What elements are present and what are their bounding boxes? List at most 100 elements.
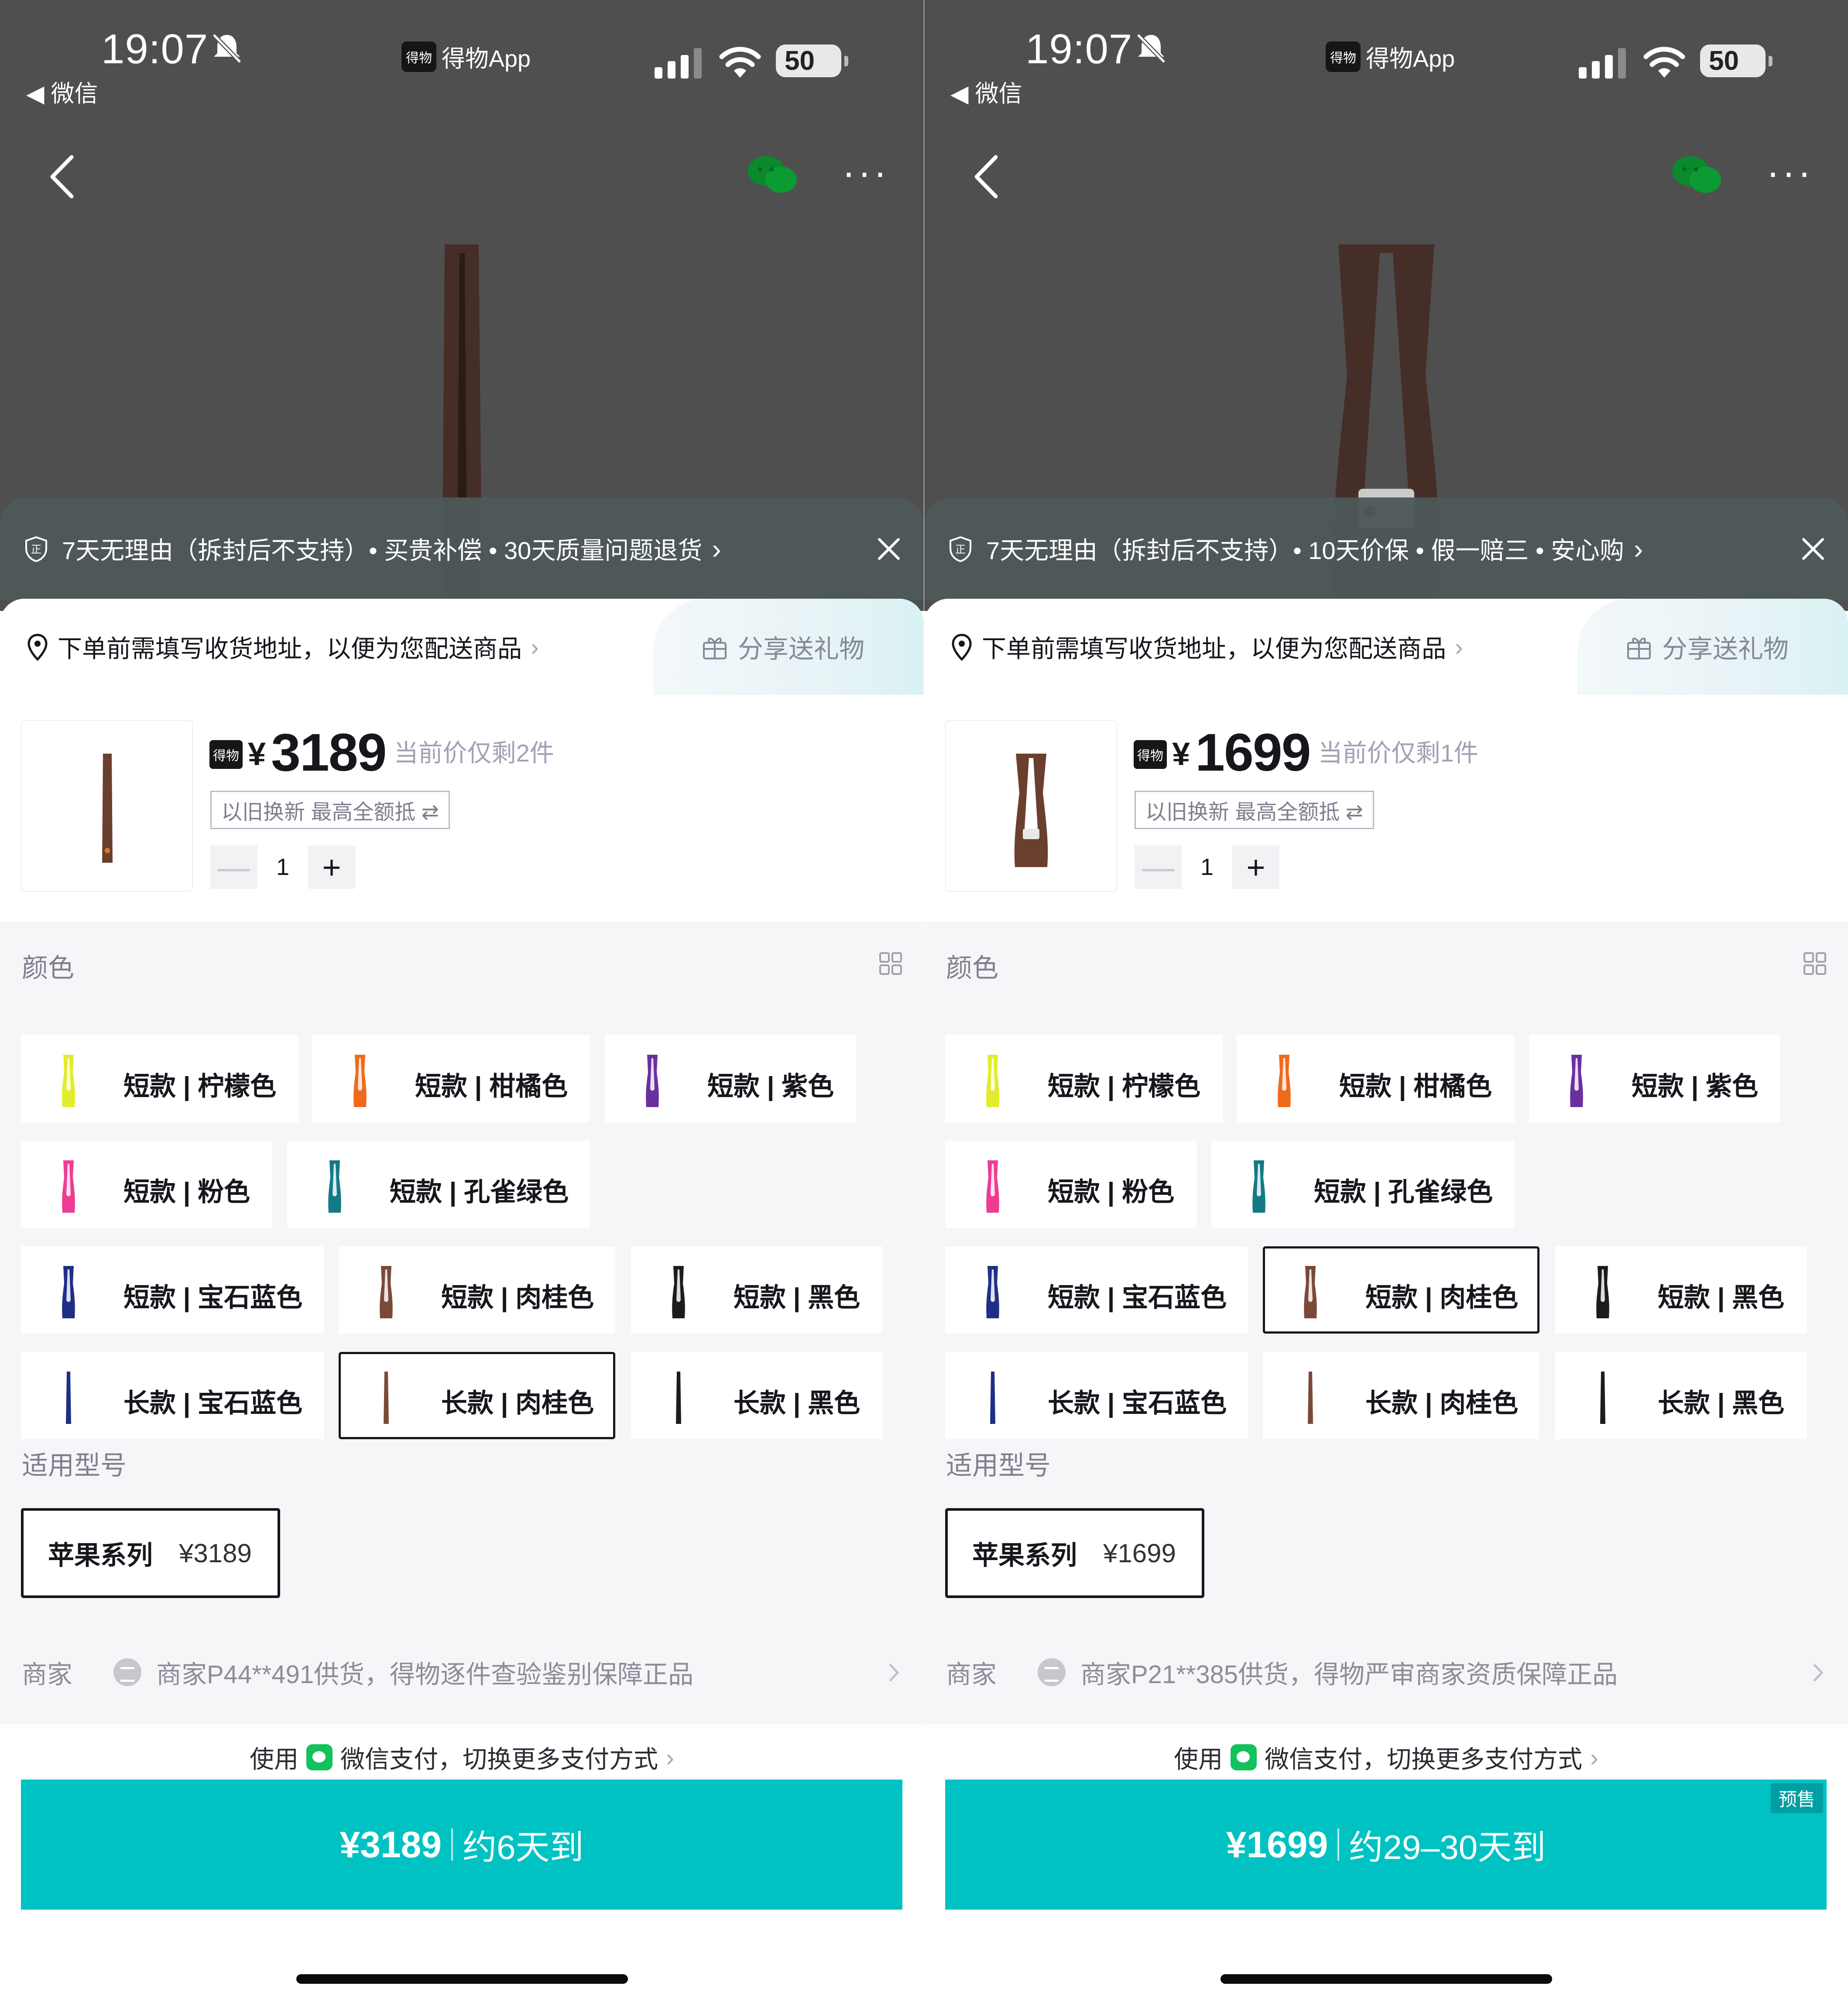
color-option-chip[interactable]: 短款 | 孔雀绿色 (287, 1141, 590, 1228)
chevron-right-icon (889, 1663, 899, 1682)
payment-chevron-icon: › (666, 1743, 674, 1771)
product-thumbnail-image (1014, 754, 1048, 867)
merchant-label: 商家 (946, 1660, 997, 1689)
address-row[interactable]: 下单前需填写收货地址，以便为您配送商品 › 分享送礼物 (924, 599, 1848, 695)
battery-level: 50 (1709, 46, 1739, 76)
color-option-chip[interactable]: 长款 | 黑色 (1555, 1352, 1807, 1439)
color-option-chip[interactable]: 短款 | 柑橘色 (1237, 1035, 1514, 1122)
mute-bell-icon (212, 33, 242, 64)
share-gift-button[interactable]: 分享送礼物 (653, 599, 924, 695)
wifi-icon (719, 47, 761, 78)
phone-screen-left: 19:07 ◀ 微信 得物 得物App 50 ··· 正 7天无理由（拆封后不支… (0, 0, 924, 2003)
color-option-label: 长款 | 肉桂色 (1365, 1389, 1519, 1418)
close-icon[interactable] (877, 537, 901, 561)
address-row[interactable]: 下单前需填写收货地址，以便为您配送商品 › 分享送礼物 (0, 599, 924, 695)
product-thumbnail[interactable] (21, 720, 193, 892)
quantity-value: 1 (1200, 854, 1214, 880)
guarantee-text: 7天无理由（拆封后不支持）• 10天价保 • 假一赔三 • 安心购 (986, 537, 1625, 564)
color-swatch-icon (990, 1372, 995, 1424)
buy-button[interactable]: ¥1699 约29–30天到 预售 (945, 1780, 1827, 1910)
cellular-signal-icon (655, 48, 702, 79)
color-option-chip[interactable]: 短款 | 孔雀绿色 (1211, 1141, 1514, 1228)
guarantee-banner[interactable]: 正 7天无理由（拆封后不支持）• 买贵补偿 • 30天质量问题退货 › (0, 497, 924, 600)
currency-symbol: ¥ (248, 736, 266, 772)
decrease-quantity-button[interactable]: — (210, 845, 257, 889)
merchant-row[interactable]: 商家 商家P21**385供货，得物严审商家资质保障正品 (924, 1637, 1848, 1707)
back-to-app-link[interactable]: ◀ 微信 (26, 74, 98, 109)
color-option-label: 短款 | 宝石蓝色 (123, 1283, 303, 1312)
color-option-label: 短款 | 孔雀绿色 (390, 1177, 569, 1207)
grid-view-icon[interactable] (878, 951, 903, 976)
color-swatch-icon (1570, 1055, 1583, 1107)
product-thumbnail[interactable] (945, 720, 1117, 892)
price-value: 1699 (1195, 723, 1311, 782)
wechat-share-icon[interactable] (746, 153, 799, 196)
color-option-label: 短款 | 柑橘色 (415, 1072, 568, 1101)
color-option-chip[interactable]: 短款 | 柠檬色 (945, 1035, 1223, 1122)
color-swatch-icon (1600, 1372, 1605, 1424)
address-chevron-icon: › (1455, 633, 1463, 661)
color-option-label: 短款 | 肉桂色 (1365, 1283, 1519, 1312)
color-option-chip[interactable]: 短款 | 柑橘色 (312, 1035, 590, 1122)
buy-eta: 约29–30天到 (1349, 1828, 1546, 1866)
guarantee-banner[interactable]: 正 7天无理由（拆封后不支持）• 10天价保 • 假一赔三 • 安心购 › (924, 497, 1848, 600)
location-pin-icon (27, 633, 48, 661)
status-time: 19:07 (1025, 26, 1133, 72)
color-option-chip[interactable]: 短款 | 宝石蓝色 (21, 1246, 324, 1334)
quantity-value: 1 (276, 854, 290, 880)
close-icon[interactable] (1801, 537, 1825, 561)
home-indicator[interactable] (1220, 1974, 1552, 1984)
color-swatch-icon (384, 1372, 389, 1424)
back-to-app-link[interactable]: ◀ 微信 (950, 74, 1022, 109)
color-option-chip[interactable]: 短款 | 黑色 (631, 1246, 882, 1334)
color-option-chip[interactable]: 短款 | 黑色 (1555, 1246, 1807, 1334)
color-option-chip[interactable]: 短款 | 柠檬色 (21, 1035, 298, 1122)
grid-view-icon[interactable] (1803, 951, 1827, 976)
color-option-label: 短款 | 孔雀绿色 (1314, 1177, 1493, 1207)
battery-level: 50 (785, 46, 815, 76)
address-prompt: 下单前需填写收货地址，以便为您配送商品 (982, 635, 1446, 662)
color-option-chip[interactable]: 长款 | 宝石蓝色 (945, 1352, 1248, 1439)
buy-price: ¥1699 (1226, 1824, 1328, 1865)
color-option-label: 长款 | 肉桂色 (441, 1389, 594, 1418)
color-option-chip[interactable]: 短款 | 肉桂色 (339, 1246, 615, 1334)
color-swatch-icon (62, 1055, 75, 1107)
back-arrow-icon[interactable] (46, 153, 77, 201)
share-gift-button[interactable]: 分享送礼物 (1577, 599, 1848, 695)
color-swatch-icon (1252, 1160, 1265, 1213)
buy-button[interactable]: ¥3189 约6天到 (21, 1780, 902, 1910)
wechat-pay-icon (306, 1744, 333, 1770)
decrease-quantity-button[interactable]: — (1135, 845, 1182, 889)
trade-in-badge[interactable]: 以旧换新 最高全额抵 ⇄ (210, 791, 450, 829)
merchant-row[interactable]: 商家 商家P44**491供货，得物逐件查验鉴别保障正品 (0, 1637, 924, 1707)
model-option-apple[interactable]: 苹果系列 ¥3189 (21, 1508, 280, 1598)
home-indicator[interactable] (296, 1974, 628, 1984)
app-name-text: 得物App (442, 46, 531, 72)
color-option-chip[interactable]: 短款 | 粉色 (21, 1141, 272, 1228)
color-option-chip[interactable]: 短款 | 宝石蓝色 (945, 1246, 1248, 1334)
model-option-apple[interactable]: 苹果系列 ¥1699 (945, 1508, 1204, 1598)
back-arrow-icon[interactable] (970, 153, 1001, 201)
wechat-pay-icon (1231, 1744, 1257, 1770)
svg-text:正: 正 (31, 543, 41, 556)
color-option-chip[interactable]: 短款 | 肉桂色 (1263, 1246, 1539, 1334)
color-option-chip[interactable]: 短款 | 紫色 (1529, 1035, 1780, 1122)
chevron-right-icon (1813, 1663, 1824, 1682)
color-swatch-icon (646, 1055, 659, 1107)
model-option-price: ¥1699 (1103, 1538, 1176, 1568)
trade-in-badge[interactable]: 以旧换新 最高全额抵 ⇄ (1135, 791, 1374, 829)
merchant-icon (1038, 1658, 1066, 1686)
color-option-chip[interactable]: 长款 | 宝石蓝色 (21, 1352, 324, 1439)
color-option-label: 短款 | 黑色 (734, 1283, 861, 1312)
color-option-chip[interactable]: 长款 | 肉桂色 (1263, 1352, 1539, 1439)
color-option-chip[interactable]: 短款 | 紫色 (605, 1035, 856, 1122)
color-option-chip[interactable]: 长款 | 黑色 (631, 1352, 882, 1439)
more-options-icon[interactable]: ··· (842, 153, 889, 192)
status-time: 19:07 (101, 26, 209, 72)
color-option-chip[interactable]: 长款 | 肉桂色 (339, 1352, 615, 1439)
color-option-chip[interactable]: 短款 | 粉色 (945, 1141, 1197, 1228)
increase-quantity-button[interactable]: + (1232, 845, 1279, 889)
wechat-share-icon[interactable] (1670, 153, 1723, 196)
more-options-icon[interactable]: ··· (1766, 153, 1814, 192)
increase-quantity-button[interactable]: + (308, 845, 355, 889)
